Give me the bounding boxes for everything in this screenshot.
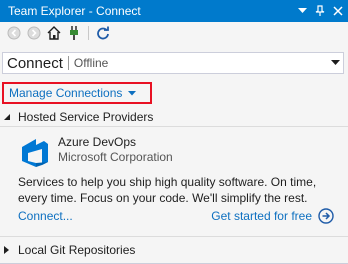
provider-info: Azure DevOps Microsoft Corporation [58, 135, 173, 165]
pin-icon[interactable] [312, 3, 328, 19]
arrow-right-circle-icon[interactable] [318, 208, 334, 224]
local-git-repositories-header[interactable]: Local Git Repositories [4, 242, 135, 258]
toolbar [0, 22, 348, 44]
header-divider [67, 56, 69, 70]
section-title: Local Git Repositories [18, 243, 136, 257]
toolbar-separator [88, 26, 89, 40]
title-bar: Team Explorer - Connect [0, 0, 348, 22]
section-divider [0, 236, 348, 237]
collapsed-arrow-icon [4, 245, 14, 255]
manage-connections-link[interactable]: Manage Connections [2, 82, 152, 104]
provider-description: Services to help you ship high quality s… [18, 175, 317, 205]
home-icon[interactable] [44, 23, 64, 43]
azure-devops-logo-icon [22, 139, 48, 167]
provider-company: Microsoft Corporation [58, 150, 173, 164]
forward-icon[interactable] [24, 23, 44, 43]
provider-name: Azure DevOps [58, 135, 137, 149]
connect-link[interactable]: Connect... [18, 209, 73, 223]
chevron-down-icon [128, 89, 137, 98]
connect-plug-icon[interactable] [64, 23, 84, 43]
refresh-icon[interactable] [93, 23, 113, 43]
team-explorer-window: Team Explorer - Connect Connect Offline … [0, 0, 348, 264]
window-title: Team Explorer - Connect [8, 4, 141, 18]
dropdown-icon[interactable] [294, 3, 310, 19]
close-icon[interactable] [330, 3, 346, 19]
manage-connections-label: Manage Connections [9, 86, 123, 100]
back-icon[interactable] [4, 23, 24, 43]
connection-status: Offline [73, 56, 109, 70]
connect-page-content: Manage Connections Hosted Service Provid… [0, 78, 348, 264]
page-header[interactable]: Connect Offline [2, 52, 344, 74]
chevron-down-icon[interactable] [329, 57, 341, 69]
section-title: Hosted Service Providers [18, 110, 154, 124]
page-title: Connect [7, 54, 63, 72]
section-divider [0, 126, 348, 127]
hosted-service-providers-header[interactable]: Hosted Service Providers [4, 109, 153, 125]
expanded-arrow-icon [4, 112, 14, 122]
azure-devops-provider: Azure DevOps Microsoft Corporation [20, 135, 173, 169]
get-started-link[interactable]: Get started for free [211, 209, 312, 223]
provider-actions: Connect... Get started for free [18, 208, 334, 227]
